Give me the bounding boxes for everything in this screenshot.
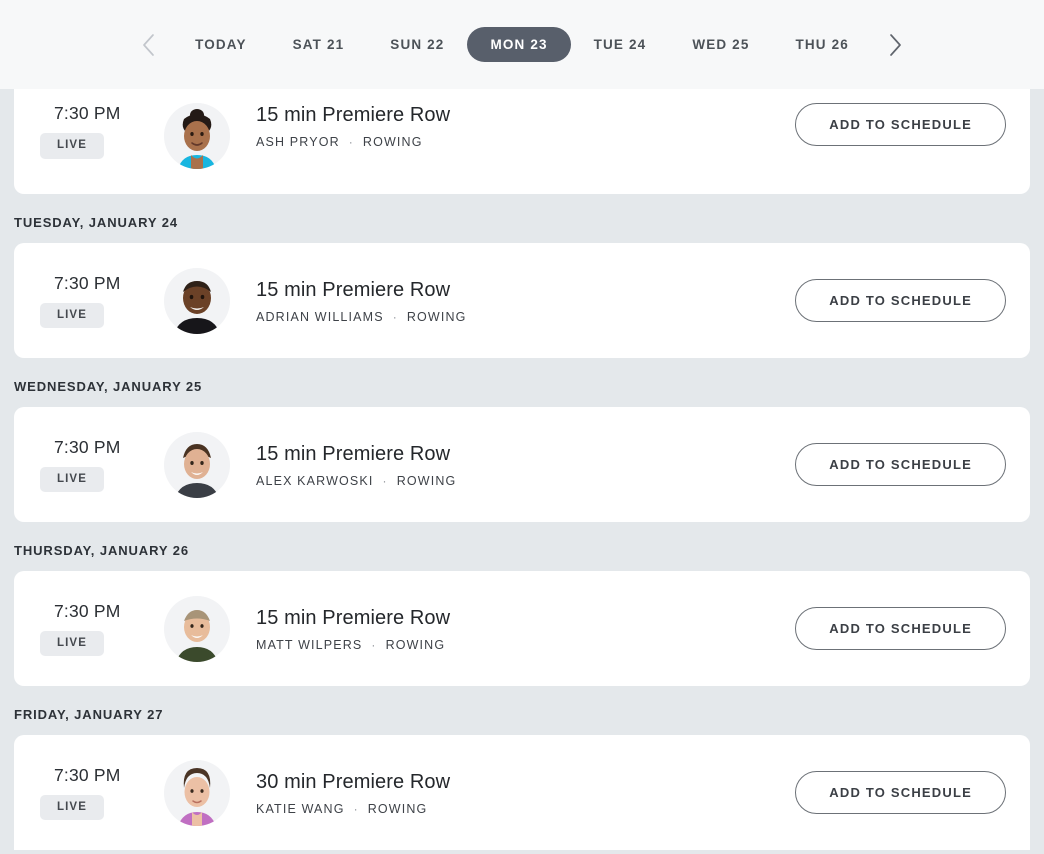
day-header-thursday: THURSDAY, JANUARY 26	[14, 543, 190, 558]
add-to-schedule-button[interactable]: ADD TO SCHEDULE	[795, 771, 1006, 814]
day-tab-list: TODAY SAT 21 SUN 22 MON 23 TUE 24 WED 25…	[172, 26, 872, 63]
day-tab-today[interactable]: TODAY	[172, 27, 270, 63]
status-badge: LIVE	[40, 133, 104, 159]
day-tab-sun-22[interactable]: SUN 22	[367, 27, 467, 63]
class-discipline: ROWING	[406, 309, 467, 324]
class-action: ADD TO SCHEDULE	[795, 607, 1006, 650]
previous-week-chevron-icon[interactable]	[126, 22, 172, 68]
class-title: 15 min Premiere Row	[256, 606, 451, 629]
class-meta: 30 min Premiere Row KATIE WANG · ROWING	[256, 770, 795, 816]
avatar	[164, 431, 230, 498]
class-time-column: 7:30 PM LIVE	[40, 437, 164, 493]
class-time-column: 7:30 PM LIVE	[40, 601, 164, 657]
day-tab-thu-26[interactable]: THU 26	[772, 27, 871, 63]
class-card[interactable]: 7:30 PM LIVE 15 min Premiere Row ADRIAN …	[14, 243, 1030, 358]
class-discipline: ROWING	[362, 135, 423, 149]
class-time: 7:30 PM	[54, 272, 121, 293]
status-badge: LIVE	[40, 302, 104, 329]
class-time: 7:30 PM	[54, 600, 121, 621]
day-tab-sat-21[interactable]: SAT 21	[270, 27, 368, 63]
instructor-name: ALEX KARWOSKI	[256, 473, 374, 488]
avatar	[164, 595, 230, 662]
class-card[interactable]: 7:30 PM LIVE 30 min Premiere Row KATIE W…	[14, 735, 1030, 850]
class-time: 7:30 PM	[54, 103, 121, 123]
class-card[interactable]: 7:30 PM LIVE 15 min Premiere Row MATT WI…	[14, 571, 1030, 686]
add-to-schedule-button[interactable]: ADD TO SCHEDULE	[795, 443, 1006, 486]
avatar	[164, 267, 230, 334]
day-tab-tue-24[interactable]: TUE 24	[571, 27, 670, 63]
class-card[interactable]: 7:30 PM LIVE 15 min Premiere Row ASH PRY…	[14, 89, 1030, 194]
class-discipline: ROWING	[367, 801, 428, 816]
class-title: 30 min Premiere Row	[256, 770, 451, 793]
avatar	[164, 103, 230, 169]
separator-dot-icon: ·	[382, 473, 388, 488]
class-title: 15 min Premiere Row	[256, 104, 451, 126]
class-discipline: ROWING	[385, 637, 446, 652]
add-to-schedule-button[interactable]: ADD TO SCHEDULE	[795, 103, 1006, 146]
separator-dot-icon: ·	[353, 801, 359, 816]
add-to-schedule-button[interactable]: ADD TO SCHEDULE	[795, 607, 1006, 650]
instructor-name: ADRIAN WILLIAMS	[256, 309, 384, 324]
class-time: 7:30 PM	[54, 436, 121, 457]
class-meta: 15 min Premiere Row MATT WILPERS · ROWIN…	[256, 606, 795, 652]
class-subtitle: ASH PRYOR · ROWING	[256, 135, 795, 149]
status-badge: LIVE	[40, 630, 104, 657]
class-time-column: 7:30 PM LIVE	[40, 765, 164, 821]
class-time: 7:30 PM	[54, 764, 121, 785]
class-subtitle: ADRIAN WILLIAMS · ROWING	[256, 310, 795, 324]
class-action: ADD TO SCHEDULE	[795, 443, 1006, 486]
separator-dot-icon: ·	[348, 135, 354, 149]
day-header-tuesday: TUESDAY, JANUARY 24	[14, 215, 179, 230]
instructor-name: ASH PRYOR	[256, 135, 340, 149]
day-header-wednesday: WEDNESDAY, JANUARY 25	[14, 379, 203, 394]
class-title: 15 min Premiere Row	[256, 278, 451, 301]
separator-dot-icon: ·	[371, 637, 377, 652]
class-subtitle: KATIE WANG · ROWING	[256, 802, 795, 816]
class-time-column: 7:30 PM LIVE	[40, 273, 164, 329]
instructor-name: MATT WILPERS	[256, 637, 363, 652]
class-meta: 15 min Premiere Row ASH PRYOR · ROWING	[256, 103, 795, 149]
class-meta: 15 min Premiere Row ADRIAN WILLIAMS · RO…	[256, 278, 795, 324]
separator-dot-icon: ·	[392, 309, 398, 324]
class-action: ADD TO SCHEDULE	[795, 771, 1006, 814]
class-card[interactable]: 7:30 PM LIVE 15 min Premiere Row ALEX KA…	[14, 407, 1030, 522]
class-subtitle: MATT WILPERS · ROWING	[256, 638, 795, 652]
day-tab-mon-23[interactable]: MON 23	[467, 26, 571, 63]
class-action: ADD TO SCHEDULE	[795, 279, 1006, 322]
class-discipline: ROWING	[396, 473, 457, 488]
class-title: 15 min Premiere Row	[256, 442, 451, 465]
instructor-name: KATIE WANG	[256, 801, 345, 816]
status-badge: LIVE	[40, 466, 104, 493]
status-badge: LIVE	[40, 794, 104, 821]
class-action: ADD TO SCHEDULE	[795, 103, 1006, 146]
class-meta: 15 min Premiere Row ALEX KARWOSKI · ROWI…	[256, 442, 795, 488]
add-to-schedule-button[interactable]: ADD TO SCHEDULE	[795, 279, 1006, 322]
schedule-list[interactable]: 7:30 PM LIVE 15 min Premiere Row ASH PRY…	[0, 89, 1044, 854]
avatar	[164, 759, 230, 826]
date-navigation-bar: TODAY SAT 21 SUN 22 MON 23 TUE 24 WED 25…	[0, 0, 1044, 89]
class-subtitle: ALEX KARWOSKI · ROWING	[256, 474, 795, 488]
class-time-column: 7:30 PM LIVE	[40, 103, 164, 159]
day-header-friday: FRIDAY, JANUARY 27	[14, 707, 164, 722]
next-week-chevron-icon[interactable]	[872, 22, 918, 68]
day-tab-wed-25[interactable]: WED 25	[669, 27, 772, 63]
